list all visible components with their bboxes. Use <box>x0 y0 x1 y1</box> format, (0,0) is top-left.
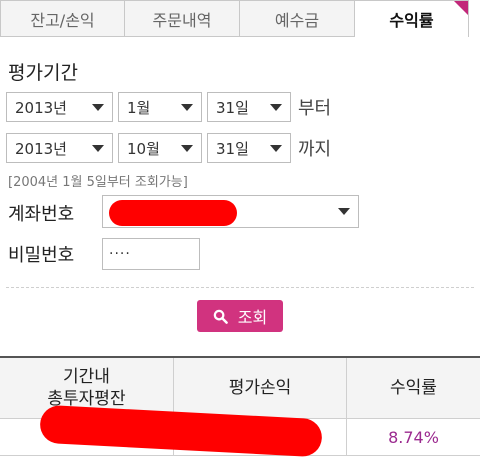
active-tab-marker <box>454 1 468 15</box>
from-month-select[interactable]: 1월 <box>118 92 202 122</box>
to-day-value: 31일 <box>216 138 249 159</box>
search-icon <box>213 309 228 324</box>
tab-label: 예수금 <box>275 7 319 31</box>
account-label: 계좌번호 <box>8 200 74 226</box>
to-suffix: 까지 <box>298 135 331 161</box>
from-year-select[interactable]: 2013년 <box>6 92 113 122</box>
to-year-value: 2013년 <box>15 138 67 159</box>
redaction-mark <box>109 200 237 226</box>
tab-bar: 잔고/손익 주문내역 예수금 수익률 <box>0 0 480 37</box>
tab-balance[interactable]: 잔고/손익 <box>0 0 125 37</box>
from-day-value: 31일 <box>216 97 249 118</box>
from-month-value: 1월 <box>127 97 150 118</box>
to-month-value: 10월 <box>127 138 160 159</box>
from-suffix: 부터 <box>298 94 331 120</box>
tab-label: 수익률 <box>389 7 433 31</box>
account-select[interactable] <box>102 195 359 228</box>
tab-baseline <box>0 36 355 37</box>
tab-deposit[interactable]: 예수금 <box>240 0 355 37</box>
to-month-select[interactable]: 10월 <box>118 133 202 163</box>
chevron-down-icon <box>181 104 193 111</box>
section-title: 평가기간 <box>8 58 78 85</box>
chevron-down-icon <box>270 104 282 111</box>
from-day-select[interactable]: 31일 <box>207 92 291 122</box>
tab-label: 주문내역 <box>153 7 212 31</box>
chevron-down-icon <box>92 145 104 152</box>
col-header-profit: 평가손익 <box>174 357 347 419</box>
chevron-down-icon <box>270 145 282 152</box>
cell-rate: 8.74% <box>347 419 480 456</box>
chevron-down-icon <box>338 208 350 215</box>
tab-return-rate[interactable]: 수익률 <box>355 0 469 37</box>
tab-orders[interactable]: 주문내역 <box>125 0 240 37</box>
tab-label: 잔고/손익 <box>30 7 94 31</box>
col-header-rate: 수익률 <box>347 357 480 419</box>
search-button-label: 조회 <box>238 304 267 328</box>
to-year-select[interactable]: 2013년 <box>6 133 113 163</box>
password-input[interactable] <box>102 238 200 270</box>
chevron-down-icon <box>92 104 104 111</box>
to-day-select[interactable]: 31일 <box>207 133 291 163</box>
chevron-down-icon <box>181 145 193 152</box>
from-year-value: 2013년 <box>15 97 67 118</box>
divider <box>6 287 474 288</box>
search-button[interactable]: 조회 <box>197 300 283 332</box>
password-label: 비밀번호 <box>8 241 74 267</box>
date-range-hint: [2004년 1월 5일부터 조회가능] <box>8 171 188 190</box>
